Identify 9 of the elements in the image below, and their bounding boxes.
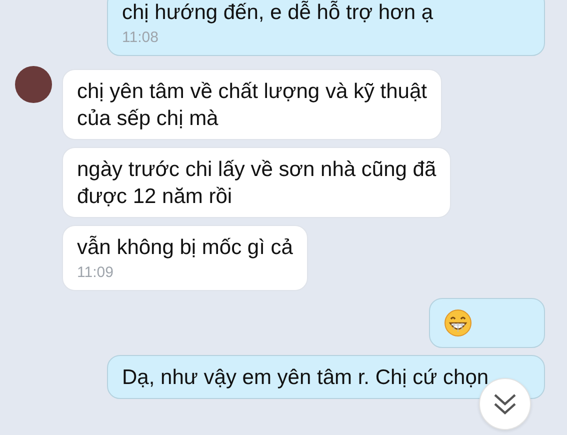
message-text: Dạ, như vậy em yên tâm r. Chị cứ chọn bbox=[122, 365, 490, 391]
message-text: vẫn không bị mốc gì cả bbox=[77, 234, 293, 261]
grinning-face-icon bbox=[444, 309, 472, 337]
double-chevron-down-icon bbox=[492, 392, 518, 416]
message-text: chị yên tâm về chất lượng và kỹ thuật của sếp chị mà bbox=[77, 79, 427, 132]
message-text: ngày trước chi lấy về sơn nhà cũng đã được 12 năm rồi bbox=[77, 157, 436, 210]
message-time: 11:09 bbox=[77, 263, 114, 283]
message-text: chị hướng đến, e dễ hỗ trợ hơn ạ bbox=[122, 0, 434, 26]
message-time: 11:08 bbox=[122, 28, 160, 48]
